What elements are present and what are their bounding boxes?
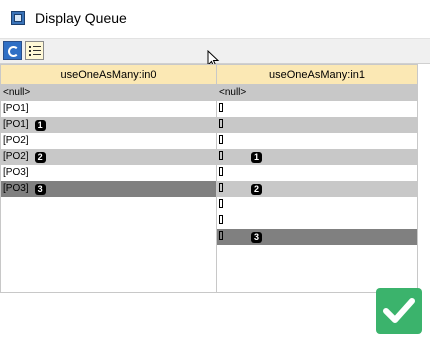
window-title: Display Queue [35,10,127,26]
refresh-button[interactable] [3,41,22,60]
empty-value-marker [219,215,223,224]
list-button[interactable] [25,41,44,60]
column-header-in1[interactable]: useOneAsMany:in1 [217,65,417,85]
cell-in1[interactable]: 2 [217,181,417,197]
cell-in0[interactable] [1,277,217,292]
cell-in0[interactable] [1,197,217,213]
cell-in1[interactable] [217,197,417,213]
column-header-in0[interactable]: useOneAsMany:in0 [1,65,217,85]
cell-in0[interactable] [1,261,217,277]
cell-in1[interactable] [217,261,417,277]
cell-in1[interactable]: <null> [217,85,417,101]
cell-in1[interactable] [217,117,417,133]
cell-value: [PO1] [3,119,29,130]
empty-value-marker [219,183,223,192]
table-row[interactable] [1,261,417,277]
cell-in0[interactable]: [PO1] 1 [1,117,217,133]
table-row[interactable]: [PO2] 2 1 [1,149,417,165]
cell-in1[interactable] [217,133,417,149]
cell-in0[interactable] [1,245,217,261]
table-row[interactable]: [PO3] [1,165,417,181]
cell-value: <null> [3,87,31,98]
empty-value-marker [219,231,223,240]
table-row[interactable]: [PO2] [1,133,417,149]
cell-in1[interactable]: 1 [217,149,417,165]
cell-value: [PO2] [3,151,29,162]
table-row[interactable] [1,245,417,261]
table-row[interactable]: 3 [1,229,417,245]
cell-in1[interactable] [217,101,417,117]
cell-in1[interactable] [217,245,417,261]
table-row[interactable] [1,197,417,213]
cell-in0[interactable]: [PO3] 3 [1,181,217,197]
index-badge: 1 [251,152,262,163]
cell-in0[interactable]: <null> [1,85,217,101]
cell-in1[interactable] [217,213,417,229]
cell-value: [PO3] [3,183,29,194]
index-badge: 1 [34,120,46,131]
cell-value: [PO2] [3,135,29,146]
empty-value-marker [219,167,223,176]
title-bar: Display Queue [0,0,430,38]
empty-value-marker [219,103,223,112]
list-icon [29,46,31,48]
cell-in1[interactable]: 3 [217,229,417,245]
table-row[interactable]: [PO1] [1,101,417,117]
table-row[interactable]: <null> <null> [1,85,417,101]
table-row[interactable] [1,213,417,229]
cell-in0[interactable]: [PO1] [1,101,217,117]
table-row[interactable]: [PO1] 1 [1,117,417,133]
cell-in0[interactable]: [PO2] 2 [1,149,217,165]
app-icon [11,11,25,25]
cell-in0[interactable]: [PO3] [1,165,217,181]
cell-in0[interactable] [1,213,217,229]
index-badge: 3 [251,232,262,243]
cell-in1[interactable] [217,165,417,181]
queue-table: useOneAsMany:in0 useOneAsMany:in1 <null>… [0,64,418,293]
empty-value-marker [219,199,223,208]
cell-value: <null> [219,87,247,98]
index-badge: 2 [251,184,262,195]
ok-button[interactable] [376,288,422,334]
empty-value-marker [219,135,223,144]
cell-value: [PO3] [3,167,29,178]
cell-value: [PO1] [3,103,29,114]
cell-in0[interactable]: [PO2] [1,133,217,149]
cell-in0[interactable] [1,229,217,245]
index-badge: 2 [34,152,46,163]
index-badge: 3 [34,184,46,195]
table-row[interactable] [1,277,417,292]
empty-value-marker [219,119,223,128]
empty-value-marker [219,151,223,160]
table-row[interactable]: [PO3] 3 2 [1,181,417,197]
checkmark-icon [383,298,415,323]
